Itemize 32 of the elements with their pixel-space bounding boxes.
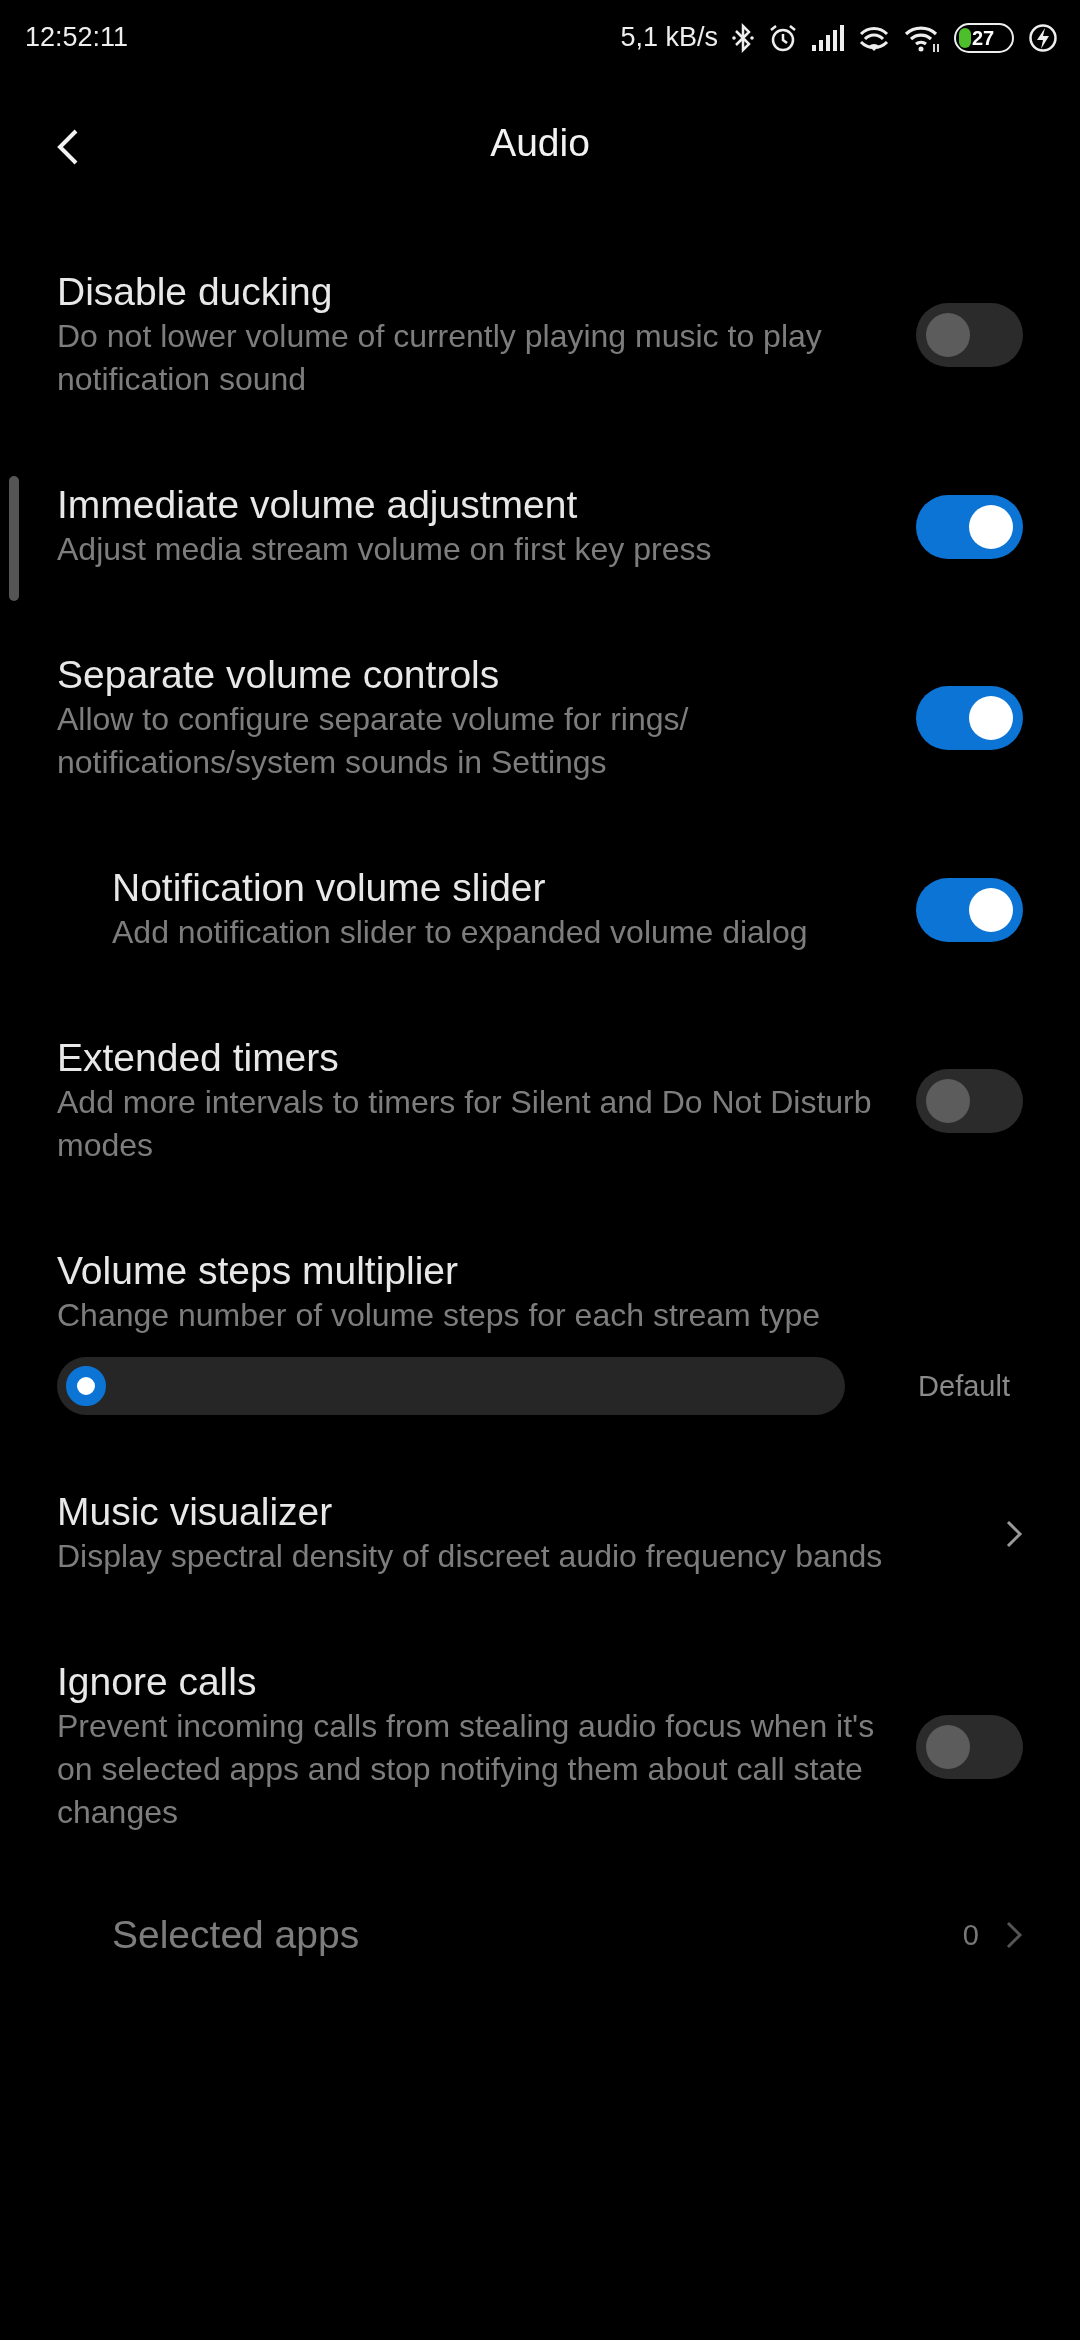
charging-icon xyxy=(1028,22,1058,53)
slider-thumb[interactable] xyxy=(66,1366,106,1406)
bluetooth-icon xyxy=(732,22,754,53)
setting-description: Add more intervals to timers for Silent and Do Not Disturb modes xyxy=(57,1083,873,1165)
setting-title: Notification volume slider xyxy=(112,865,547,911)
setting-description: Do not lower volume of currently playing music to play notification sound xyxy=(57,317,823,399)
setting-title: Music visualizer xyxy=(57,1489,334,1535)
setting-description: Allow to configure separate volume for rings/ notifications/system sounds in Settings xyxy=(57,700,690,782)
battery-fill xyxy=(959,27,971,48)
selected-count: 0 xyxy=(962,1918,979,1952)
setting-title: Extended timers xyxy=(57,1035,340,1081)
screen-title: Audio xyxy=(490,121,590,165)
setting-description: Add notification slider to expanded volume dialog xyxy=(112,913,809,952)
setting-description: Prevent incoming calls from stealing audio focus when it's on selected apps and stop notifying them about call state changes xyxy=(57,1707,876,1832)
setting-title: Volume steps multiplier xyxy=(57,1248,459,1294)
alarm-icon xyxy=(768,22,798,53)
setting-description: Adjust media stream volume on first key press xyxy=(57,530,713,569)
setting-title: Separate volume controls xyxy=(57,652,501,698)
setting-title: Selected apps xyxy=(112,1912,361,1958)
slider-value: Default xyxy=(918,1369,1010,1403)
setting-title: Ignore calls xyxy=(57,1659,258,1705)
chevron-icon xyxy=(1005,1920,1023,1950)
setting-title: Immediate volume adjustment xyxy=(57,482,579,528)
network-speed: 5,1 kB/s xyxy=(620,22,718,53)
signal-icon xyxy=(812,24,844,51)
battery-level: 27 xyxy=(972,27,995,48)
toggle-switch[interactable] xyxy=(916,686,1023,750)
setting-title: Disable ducking xyxy=(57,269,334,315)
setting-description: Display spectral density of discreet audio frequency bands xyxy=(57,1537,884,1576)
clock-time: 12:52:11 xyxy=(25,22,130,53)
chevron-icon xyxy=(1005,1518,1023,1549)
setting-description: Change number of volume steps for each stream type xyxy=(57,1296,822,1335)
